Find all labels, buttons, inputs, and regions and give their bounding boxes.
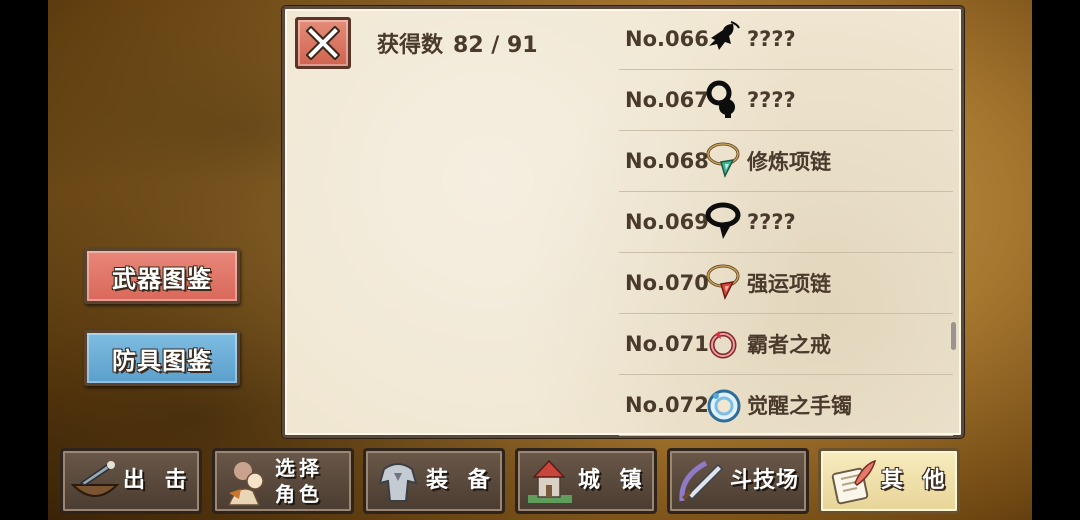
list-item[interactable]: No.067 ???? <box>619 70 953 131</box>
list-item[interactable]: No.071 霸者之戒 <box>619 314 953 375</box>
item-number: No.070 <box>625 271 709 295</box>
nav-character-select-label: 选择 角色 <box>275 455 323 507</box>
list-item[interactable]: No.070 强运项链 <box>619 253 953 314</box>
close-icon <box>306 26 340 60</box>
character-select-icon <box>227 462 264 506</box>
nav-equipment-label: 装 备 <box>426 468 496 493</box>
list-item[interactable]: No.068 修炼项链 <box>619 131 953 192</box>
item-number: No.069 <box>625 210 709 234</box>
item-number: No.072 <box>625 393 709 417</box>
item-list[interactable]: No.066 ???? No.067 ???? No.068 修炼项链 No.0… <box>619 9 953 436</box>
item-name: ???? <box>747 88 796 112</box>
item-number: No.071 <box>625 332 709 356</box>
nav-arena-label: 斗技场 <box>730 468 800 493</box>
obtained-count: 获得数 82 / 91 <box>377 27 538 59</box>
armor-catalog-label: 防具图鉴 <box>112 346 212 375</box>
item-number: No.067 <box>625 88 709 112</box>
red-ring-icon <box>709 331 737 359</box>
item-name: 觉醒之手镯 <box>747 394 852 418</box>
obtained-count-value: 82 / 91 <box>453 33 538 58</box>
green-gem-necklace-icon <box>706 142 740 179</box>
weapon-catalog-label: 武器图鉴 <box>112 264 212 293</box>
list-item[interactable]: No.072 觉醒之手镯 <box>619 375 953 436</box>
battle-ship-icon <box>70 461 120 497</box>
scrollbar-thumb[interactable] <box>951 322 956 350</box>
catalog-panel: 获得数 82 / 91 No.066 ???? No.067 ???? No.0… <box>282 6 964 438</box>
close-button[interactable] <box>295 17 351 69</box>
game-screen: 武器图鉴 防具图鉴 获得数 82 / 91 No.066 ???? No.067… <box>48 0 1032 520</box>
nav-other-label: 其 他 <box>881 468 951 493</box>
nav-sortie-button[interactable]: 出 击 <box>60 448 202 514</box>
armor-catalog-tab[interactable]: 防具图鉴 <box>84 330 240 386</box>
list-item[interactable]: No.069 ???? <box>619 192 953 253</box>
nav-equipment-button[interactable]: 装 备 <box>363 448 505 514</box>
weapon-catalog-tab[interactable]: 武器图鉴 <box>84 248 240 304</box>
nav-sortie-label: 出 击 <box>123 468 193 493</box>
blue-bracelet-icon <box>707 389 741 423</box>
item-name: ???? <box>747 210 796 234</box>
obtained-count-label: 获得数 <box>377 33 444 58</box>
item-name: 强运项链 <box>747 272 831 296</box>
nav-character-select-line1: 选择 <box>275 456 323 480</box>
item-name: ???? <box>747 27 796 51</box>
nav-town-button[interactable]: 城 镇 <box>515 448 657 514</box>
item-name: 霸者之戒 <box>747 333 831 357</box>
arena-sword-icon <box>679 460 724 502</box>
nav-character-select-button[interactable]: 选择 角色 <box>212 448 354 514</box>
nav-other-button[interactable]: 其 他 <box>818 448 960 514</box>
silhouette-feather-icon <box>709 21 740 50</box>
item-name: 修炼项链 <box>747 150 831 174</box>
red-gem-necklace-icon <box>706 264 740 301</box>
nav-town-label: 城 镇 <box>578 468 648 493</box>
nav-arena-button[interactable]: 斗技场 <box>667 448 809 514</box>
castle-town-icon <box>528 459 572 503</box>
list-item[interactable]: No.066 ???? <box>619 9 953 70</box>
scroll-quill-icon <box>831 459 877 505</box>
armor-equip-icon <box>378 463 418 502</box>
nav-character-select-line2: 角色 <box>275 482 323 506</box>
item-number: No.068 <box>625 149 709 173</box>
item-number: No.066 <box>625 27 709 51</box>
silhouette-necklace-icon <box>705 202 741 239</box>
silhouette-pendant-icon <box>706 80 735 118</box>
